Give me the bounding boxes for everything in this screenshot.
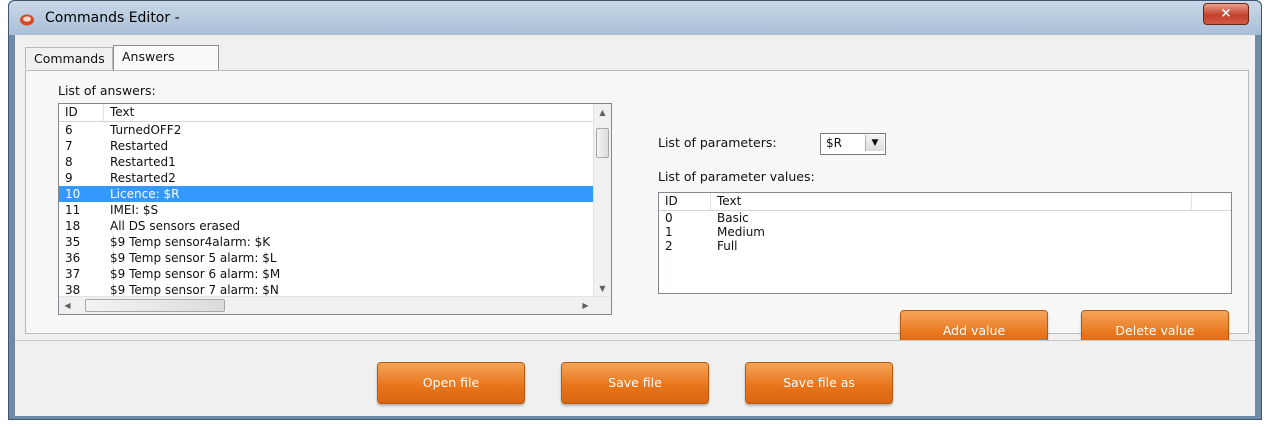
parameters-select-value: $R (826, 136, 842, 150)
answer-row[interactable]: 35 $9 Temp sensor4alarm: $K (59, 234, 593, 250)
parameters-select[interactable]: $R ▼ (820, 133, 886, 155)
parameter-values-header: ID Text (659, 193, 1231, 211)
answer-text: IMEI: $S (110, 203, 159, 217)
answer-id: 35 (65, 235, 81, 249)
parameter-value-row[interactable]: 0 Basic (659, 211, 1229, 225)
h-scroll-thumb[interactable] (85, 299, 225, 312)
answer-row[interactable]: 18 All DS sensors erased (59, 218, 593, 234)
client-area: Commands Answers List of answers: ID Tex… (15, 35, 1255, 416)
scroll-right-icon[interactable]: ▶ (577, 297, 594, 314)
scroll-down-icon[interactable]: ▼ (594, 280, 611, 297)
horizontal-scrollbar[interactable]: ◀ ▶ (59, 296, 611, 314)
column-header-text[interactable]: Text (104, 104, 590, 121)
answer-text: All DS sensors erased (110, 219, 241, 233)
close-button[interactable]: × (1203, 3, 1249, 25)
parameter-value-row[interactable]: 2 Full (659, 239, 1229, 253)
column-header-id[interactable]: ID (659, 193, 711, 210)
parameter-value-id: 2 (665, 239, 673, 253)
window-title: Commands Editor - (45, 10, 180, 26)
parameters-label: List of parameters: (658, 135, 777, 150)
column-header-text[interactable]: Text (711, 193, 1192, 210)
answer-text: $9 Temp sensor 5 alarm: $L (110, 251, 277, 265)
answer-text: TurnedOFF2 (110, 123, 182, 137)
app-icon (20, 14, 34, 26)
answer-text: Licence: $R (110, 187, 180, 201)
answer-row[interactable]: 6 TurnedOFF2 (59, 122, 593, 138)
parameter-values-label: List of parameter values: (658, 169, 815, 184)
parameter-value-id: 1 (665, 225, 673, 239)
parameter-value-text: Basic (717, 211, 749, 225)
scroll-up-icon[interactable]: ▲ (594, 104, 611, 121)
answer-row[interactable]: 10 Licence: $R (59, 186, 593, 202)
answer-id: 10 (65, 187, 81, 201)
parameter-value-text: Medium (717, 225, 765, 239)
answers-list[interactable]: ID Text 6 TurnedOFF2 7 Restarted 8 Restarted1… (58, 103, 612, 315)
answers-list-label: List of answers: (58, 83, 156, 98)
parameter-value-text: Full (717, 239, 738, 253)
answer-text: Restarted (110, 139, 169, 153)
answer-row[interactable]: 37 $9 Temp sensor 6 alarm: $M (59, 266, 593, 282)
answer-id: 36 (65, 251, 81, 265)
close-icon: × (1220, 6, 1232, 21)
answer-id: 9 (65, 171, 73, 185)
answer-id: 11 (65, 203, 81, 217)
open-file-button[interactable]: Open file (377, 362, 525, 404)
answer-row[interactable]: 36 $9 Temp sensor 5 alarm: $L (59, 250, 593, 266)
tab-commands[interactable]: Commands (25, 47, 113, 69)
bottom-toolbar: Open file Save file Save file as (15, 340, 1255, 416)
answer-id: 8 (65, 155, 73, 169)
title-bar[interactable]: Commands Editor - × (9, 1, 1261, 35)
save-file-as-button[interactable]: Save file as (745, 362, 893, 404)
answers-list-header: ID Text (59, 104, 611, 122)
chevron-down-icon[interactable]: ▼ (865, 135, 884, 151)
answer-id: 37 (65, 267, 81, 281)
scroll-left-icon[interactable]: ◀ (59, 297, 76, 314)
answer-row[interactable]: 7 Restarted (59, 138, 593, 154)
save-file-button[interactable]: Save file (561, 362, 709, 404)
answer-row[interactable]: 9 Restarted2 (59, 170, 593, 186)
vertical-scrollbar[interactable]: ▲ ▼ (593, 104, 611, 297)
answer-id: 18 (65, 219, 81, 233)
parameter-value-id: 0 (665, 211, 673, 225)
answers-tab-panel: List of answers: ID Text 6 TurnedOFF2 7 Res… (25, 70, 1249, 352)
answer-row[interactable]: 8 Restarted1 (59, 154, 593, 170)
answer-row[interactable]: 11 IMEI: $S (59, 202, 593, 218)
tab-answers[interactable]: Answers (113, 45, 219, 71)
answer-id: 7 (65, 139, 73, 153)
answer-text: $9 Temp sensor4alarm: $K (110, 235, 271, 249)
column-header-id[interactable]: ID (59, 104, 104, 121)
answer-text: Restarted2 (110, 171, 176, 185)
scroll-thumb[interactable] (596, 128, 609, 158)
parameter-value-row[interactable]: 1 Medium (659, 225, 1229, 239)
answer-text: Restarted1 (110, 155, 176, 169)
answer-text: $9 Temp sensor 6 alarm: $M (110, 267, 281, 281)
answer-id: 6 (65, 123, 73, 137)
parameter-values-list[interactable]: ID Text 0 Basic 1 Medium 2 Full (658, 192, 1232, 294)
commands-editor-window: Commands Editor - × Commands Answers Lis… (8, 0, 1262, 420)
